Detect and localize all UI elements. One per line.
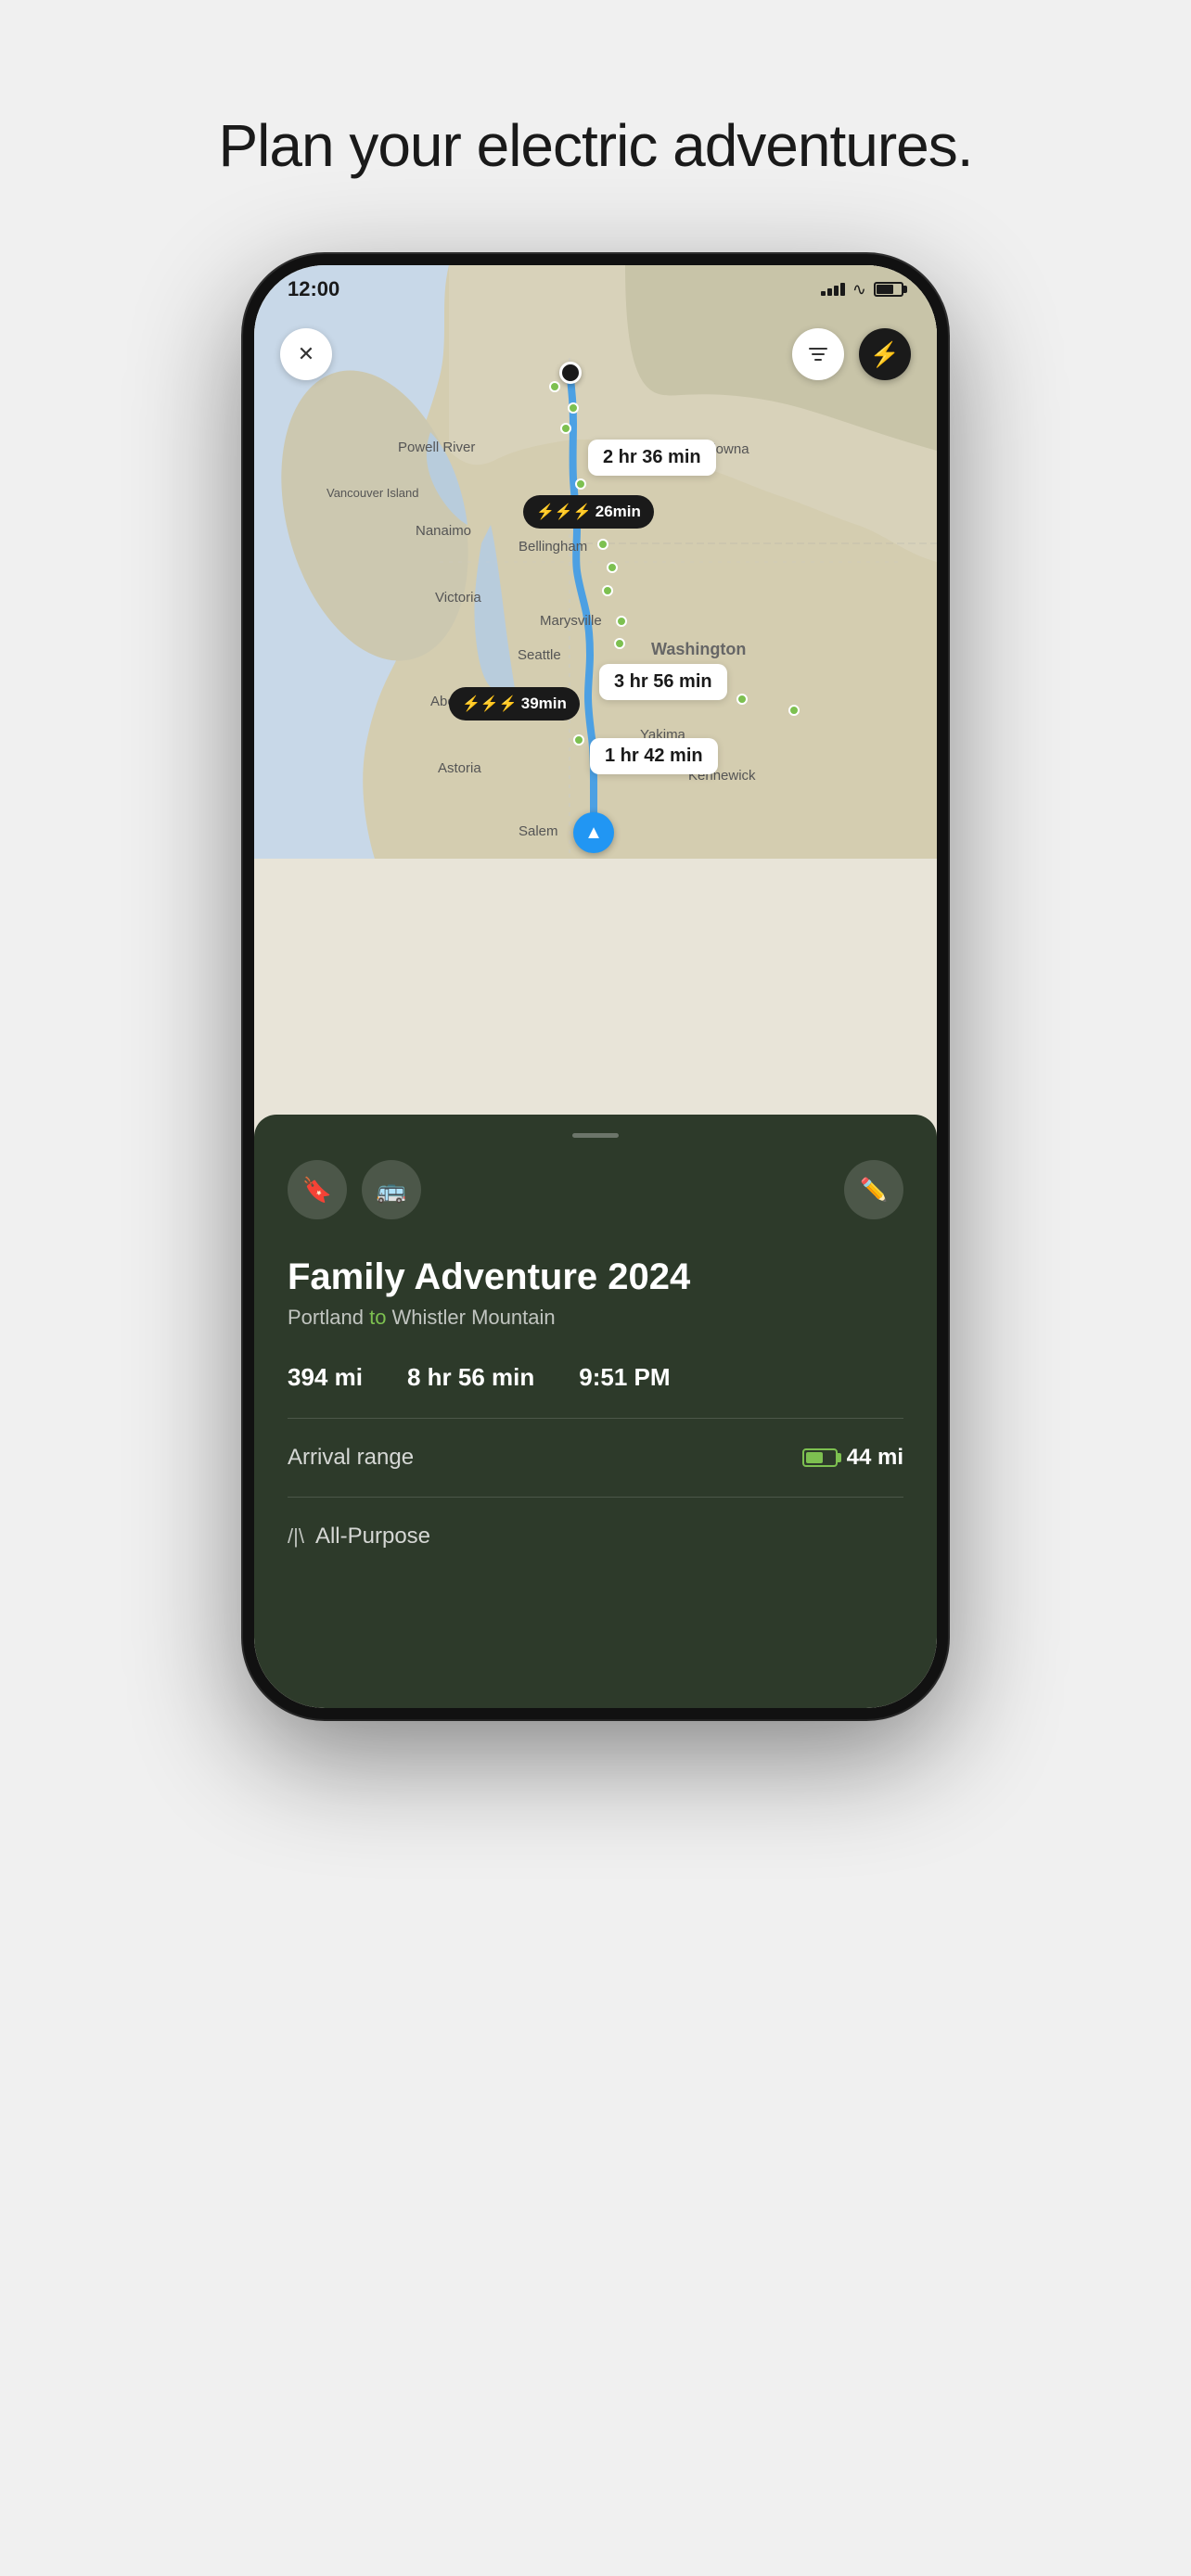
map-label-salem: Salem — [519, 823, 558, 839]
bookmark-icon: 🔖 — [302, 1176, 332, 1205]
status-icons: ∿ — [821, 280, 903, 300]
trip-stats: 394 mi 8 hr 56 min 9:51 PM — [288, 1363, 903, 1392]
trip-duration: 8 hr 56 min — [407, 1363, 534, 1392]
map-label-powell-river: Powell River — [398, 440, 475, 455]
panel-handle — [572, 1133, 619, 1138]
charger-dot — [597, 539, 608, 550]
arrival-range-miles: 44 mi — [847, 1445, 903, 1471]
arrival-range-value: 44 mi — [802, 1445, 903, 1471]
map-label-victoria: Victoria — [435, 590, 481, 606]
map-label-seattle: Seattle — [518, 647, 561, 663]
charger-dot — [560, 423, 571, 434]
signal-bars-icon — [821, 283, 845, 296]
arrival-range-label: Arrival range — [288, 1445, 414, 1471]
phone-shell: Powell River Vancouver Island Nanaimo Vi… — [243, 254, 948, 1719]
trip-arrival-time: 9:51 PM — [579, 1363, 670, 1392]
bookmark-button[interactable]: 🔖 — [288, 1160, 347, 1219]
purpose-label: All-Purpose — [315, 1524, 430, 1549]
route-separator: to — [369, 1306, 391, 1329]
trip-destination: Whistler Mountain — [392, 1306, 556, 1329]
charging-bolts-1: ⚡⚡⚡ — [536, 503, 592, 521]
share-button[interactable]: 🚌 — [362, 1160, 421, 1219]
battery-icon — [874, 282, 903, 297]
wifi-icon: ∿ — [852, 280, 866, 300]
panel-left-buttons: 🔖 🚌 — [288, 1160, 421, 1219]
charger-dot — [573, 734, 584, 746]
charging-time-1: 26min — [596, 503, 641, 521]
arrival-battery-gauge — [802, 1448, 838, 1467]
page-title: Plan your electric adventures. — [218, 111, 972, 180]
charger-dot — [549, 381, 560, 392]
status-bar: 12:00 ∿ — [254, 265, 937, 313]
close-icon: ✕ — [298, 342, 314, 366]
battery-gauge-fill — [806, 1452, 823, 1463]
arrival-range-row: Arrival range 44 mi — [288, 1445, 903, 1471]
bottom-panel: 🔖 🚌 ✏️ Family Adventure 2024 Portland to — [254, 1115, 937, 1708]
trip-distance: 394 mi — [288, 1363, 363, 1392]
trip-route: Portland to Whistler Mountain — [288, 1306, 903, 1330]
charger-dot — [736, 694, 748, 705]
lightning-button[interactable]: ⚡ — [859, 328, 911, 380]
edit-button[interactable]: ✏️ — [844, 1160, 903, 1219]
charger-dot — [568, 402, 579, 414]
time-callout-3: 1 hr 42 min — [590, 738, 718, 774]
phone-screen: Powell River Vancouver Island Nanaimo Vi… — [254, 265, 937, 1708]
map-label-astoria: Astoria — [438, 760, 481, 776]
charger-dot — [607, 562, 618, 573]
map-label-washington: Washington — [651, 640, 746, 659]
filter-icon — [809, 348, 827, 361]
charging-callout-2: ⚡⚡⚡ 39min — [449, 687, 580, 721]
map-label-nanaimo: Nanaimo — [416, 523, 471, 539]
map-label-vancouver-island: Vancouver Island — [327, 486, 419, 500]
divider-1 — [288, 1418, 903, 1419]
time-callout-2: 3 hr 56 min — [599, 664, 727, 700]
close-button[interactable]: ✕ — [280, 328, 332, 380]
map-label-marysville: Marysville — [540, 613, 602, 629]
edit-icon: ✏️ — [860, 1177, 888, 1204]
time-callout-1: 2 hr 36 min — [588, 440, 716, 476]
origin-pin — [559, 362, 582, 384]
trip-origin: Portland — [288, 1306, 364, 1329]
charging-time-2: 39min — [521, 695, 567, 713]
charger-dot — [616, 616, 627, 627]
destination-pin[interactable]: ▲ — [573, 812, 614, 853]
trip-name: Family Adventure 2024 — [288, 1256, 903, 1298]
share-icon: 🚌 — [377, 1176, 406, 1205]
charger-dot — [602, 585, 613, 596]
purpose-row: /|\ All-Purpose — [288, 1524, 903, 1549]
charging-callout-1: ⚡⚡⚡ 26min — [523, 495, 654, 529]
filter-button[interactable] — [792, 328, 844, 380]
lightning-icon: ⚡ — [870, 340, 900, 369]
status-time: 12:00 — [288, 277, 339, 301]
charger-dot — [614, 638, 625, 649]
charging-bolts-2: ⚡⚡⚡ — [462, 695, 518, 713]
map-label-bellingham: Bellingham — [519, 539, 587, 555]
charger-dot — [788, 705, 800, 716]
divider-2 — [288, 1497, 903, 1498]
phone-mockup: Powell River Vancouver Island Nanaimo Vi… — [243, 254, 948, 1719]
purpose-icon: /|\ — [288, 1524, 304, 1549]
panel-buttons-row: 🔖 🚌 ✏️ — [288, 1160, 903, 1219]
charger-dot — [575, 478, 586, 490]
map-area: Powell River Vancouver Island Nanaimo Vi… — [254, 265, 937, 859]
